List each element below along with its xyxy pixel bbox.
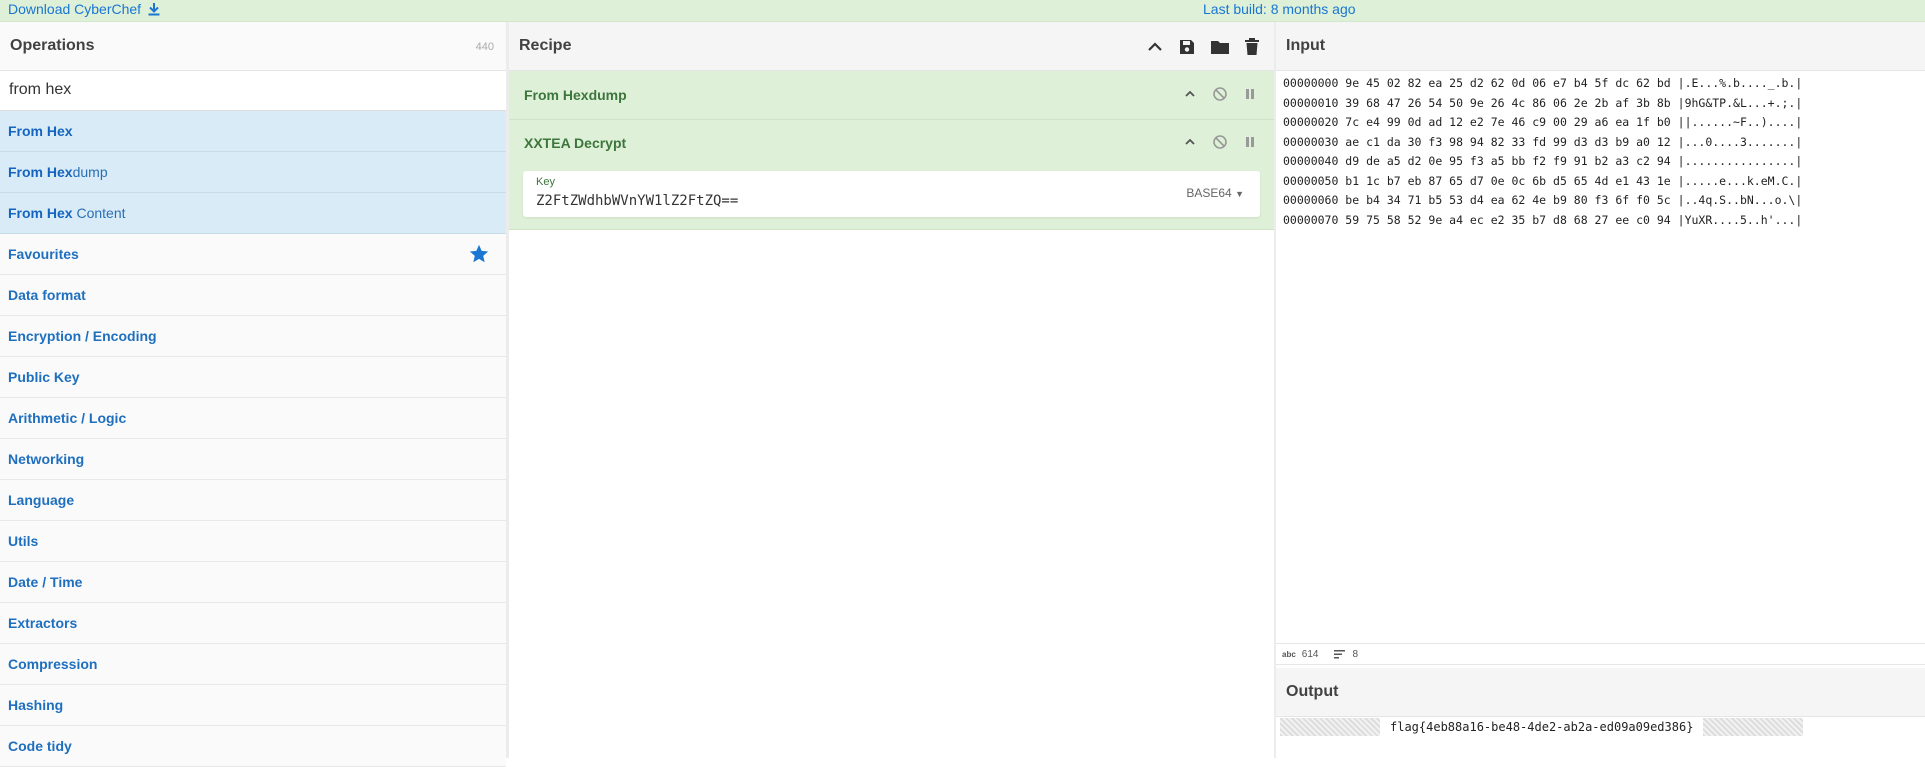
category-encryption-encoding[interactable]: Encryption / Encoding (0, 316, 506, 357)
category-public-key[interactable]: Public Key (0, 357, 506, 398)
top-banner: Download CyberChef Last build: 8 months … (0, 0, 1925, 22)
input-line: 00000010 39 68 47 26 54 50 9e 26 4c 86 0… (1283, 95, 1803, 110)
recipe-header: Recipe (509, 22, 1274, 71)
category-data-format[interactable]: Data format (0, 275, 506, 316)
search-result-from-hexdump[interactable]: From Hexdump (0, 152, 506, 193)
io-panel: Input 00000000 9e 45 02 82 ea 25 d2 62 0… (1276, 22, 1925, 758)
recipe-op-xxtea-decrypt[interactable]: XXTEA Decrypt Key Z2FtZWdhbWVnYW1lZ2FtZQ… (509, 120, 1274, 230)
operations-panel: Operations 440 from hex From Hex From He… (0, 22, 507, 767)
input-lines-count: 8 (1352, 648, 1359, 660)
operations-count: 440 (475, 41, 494, 53)
download-link[interactable]: Download CyberChef (8, 1, 161, 17)
op-controls (1184, 86, 1256, 102)
input-title: Input (1286, 37, 1326, 54)
caret-down-icon: ▼ (1235, 189, 1244, 199)
op-title: From Hexdump (524, 87, 627, 103)
folder-icon[interactable] (1210, 38, 1230, 56)
output-textarea[interactable]: flag{4eb88a16-be48-4de2-ab2a-ed09a09ed38… (1280, 718, 1804, 736)
lines-icon (1334, 650, 1346, 659)
save-icon[interactable] (1178, 38, 1196, 56)
category-language[interactable]: Language (0, 480, 506, 521)
star-icon (469, 244, 489, 263)
result-rest: Content (72, 205, 126, 221)
result-rest: dump (72, 164, 108, 180)
result-match: From Hex (8, 205, 73, 221)
input-textarea[interactable]: 00000000 9e 45 02 82 ea 25 d2 62 0d 06 e… (1276, 71, 1925, 233)
download-icon[interactable] (147, 2, 161, 16)
category-label: Compression (8, 656, 98, 672)
trash-icon[interactable] (1244, 38, 1260, 56)
category-favourites[interactable]: Favourites (0, 234, 506, 275)
input-header: Input (1276, 22, 1925, 71)
input-length: 614 (1301, 648, 1319, 660)
category-code-tidy[interactable]: Code tidy (0, 726, 506, 767)
pause-icon[interactable] (1244, 88, 1256, 100)
operations-title: Operations (10, 37, 95, 54)
category-label: Date / Time (8, 574, 83, 590)
output-text: flag{4eb88a16-be48-4de2-ab2a-ed09a09ed38… (1390, 720, 1694, 734)
input-line: 00000050 b1 1c b7 eb 87 65 d7 0e 0c 6b d… (1283, 173, 1803, 188)
category-label: Hashing (8, 697, 64, 713)
input-line: 00000070 59 75 58 52 9e a4 ec e2 35 b7 d… (1283, 212, 1803, 227)
input-status-bar: abc 614 8 (1276, 643, 1925, 665)
input-line: 00000000 9e 45 02 82 ea 25 d2 62 0d 06 e… (1283, 76, 1803, 90)
key-input[interactable]: Z2FtZWdhbWVnYW1lZ2FtZQ== (536, 193, 738, 209)
input-line: 00000030 ae c1 da 30 f3 98 94 82 33 fd 9… (1283, 134, 1803, 149)
category-label: Language (8, 492, 75, 508)
output-title: Output (1286, 683, 1339, 700)
chevron-up-icon[interactable] (1184, 136, 1196, 148)
download-label[interactable]: Download CyberChef (8, 1, 141, 17)
nonprintable-block (1280, 718, 1380, 736)
category-label: Extractors (8, 615, 78, 631)
recipe-panel: Recipe From Hexdump XXTEA Decrypt Key Z2… (509, 22, 1275, 758)
input-line: 00000040 d9 de a5 d2 0e 95 f3 a5 bb f2 f… (1283, 154, 1803, 168)
operations-search-input[interactable]: from hex (0, 71, 506, 111)
key-argument[interactable]: Key Z2FtZWdhbWVnYW1lZ2FtZQ== BASE64 ▼ (523, 171, 1260, 217)
category-utils[interactable]: Utils (0, 521, 506, 562)
last-build-text: Last build: 8 months ago (1203, 1, 1356, 17)
category-label: Encryption / Encoding (8, 328, 157, 344)
search-result-from-hex[interactable]: From Hex (0, 111, 506, 152)
key-encoding-dropdown[interactable]: BASE64 ▼ (1186, 186, 1244, 200)
key-label: Key (536, 176, 555, 188)
result-match: From Hex (8, 123, 73, 139)
category-compression[interactable]: Compression (0, 644, 506, 685)
recipe-op-from-hexdump[interactable]: From Hexdump (509, 71, 1274, 120)
category-extractors[interactable]: Extractors (0, 603, 506, 644)
input-line: 00000060 be b4 34 71 b5 53 d4 ea 62 4e b… (1283, 193, 1803, 207)
collapse-all-icon[interactable] (1146, 38, 1164, 56)
category-label: Utils (8, 533, 39, 549)
category-label: Code tidy (8, 738, 72, 754)
chevron-up-icon[interactable] (1184, 88, 1196, 100)
category-label: Networking (8, 451, 85, 467)
recipe-title: Recipe (519, 37, 572, 54)
operations-header: Operations 440 (0, 22, 506, 71)
category-hashing[interactable]: Hashing (0, 685, 506, 726)
op-controls (1184, 134, 1256, 150)
input-line: 00000020 7c e4 99 0d ad 12 e2 7e 46 c9 0… (1283, 115, 1803, 129)
search-result-from-hex-content[interactable]: From Hex Content (0, 193, 506, 234)
category-label: Arithmetic / Logic (8, 410, 127, 426)
recipe-toolbar (1146, 38, 1260, 56)
encoding-label: BASE64 (1186, 186, 1232, 200)
category-date-time[interactable]: Date / Time (0, 562, 506, 603)
category-networking[interactable]: Networking (0, 439, 506, 480)
op-title: XXTEA Decrypt (524, 135, 627, 151)
category-label: Favourites (8, 246, 79, 262)
output-header: Output (1276, 668, 1925, 717)
category-arithmetic-logic[interactable]: Arithmetic / Logic (0, 398, 506, 439)
length-icon: abc (1282, 649, 1296, 659)
nonprintable-block (1703, 718, 1804, 736)
disable-icon[interactable] (1212, 134, 1228, 150)
disable-icon[interactable] (1212, 86, 1228, 102)
result-match: From Hex (8, 164, 73, 180)
category-label: Data format (8, 287, 86, 303)
category-label: Public Key (8, 369, 80, 385)
pause-icon[interactable] (1244, 136, 1256, 148)
